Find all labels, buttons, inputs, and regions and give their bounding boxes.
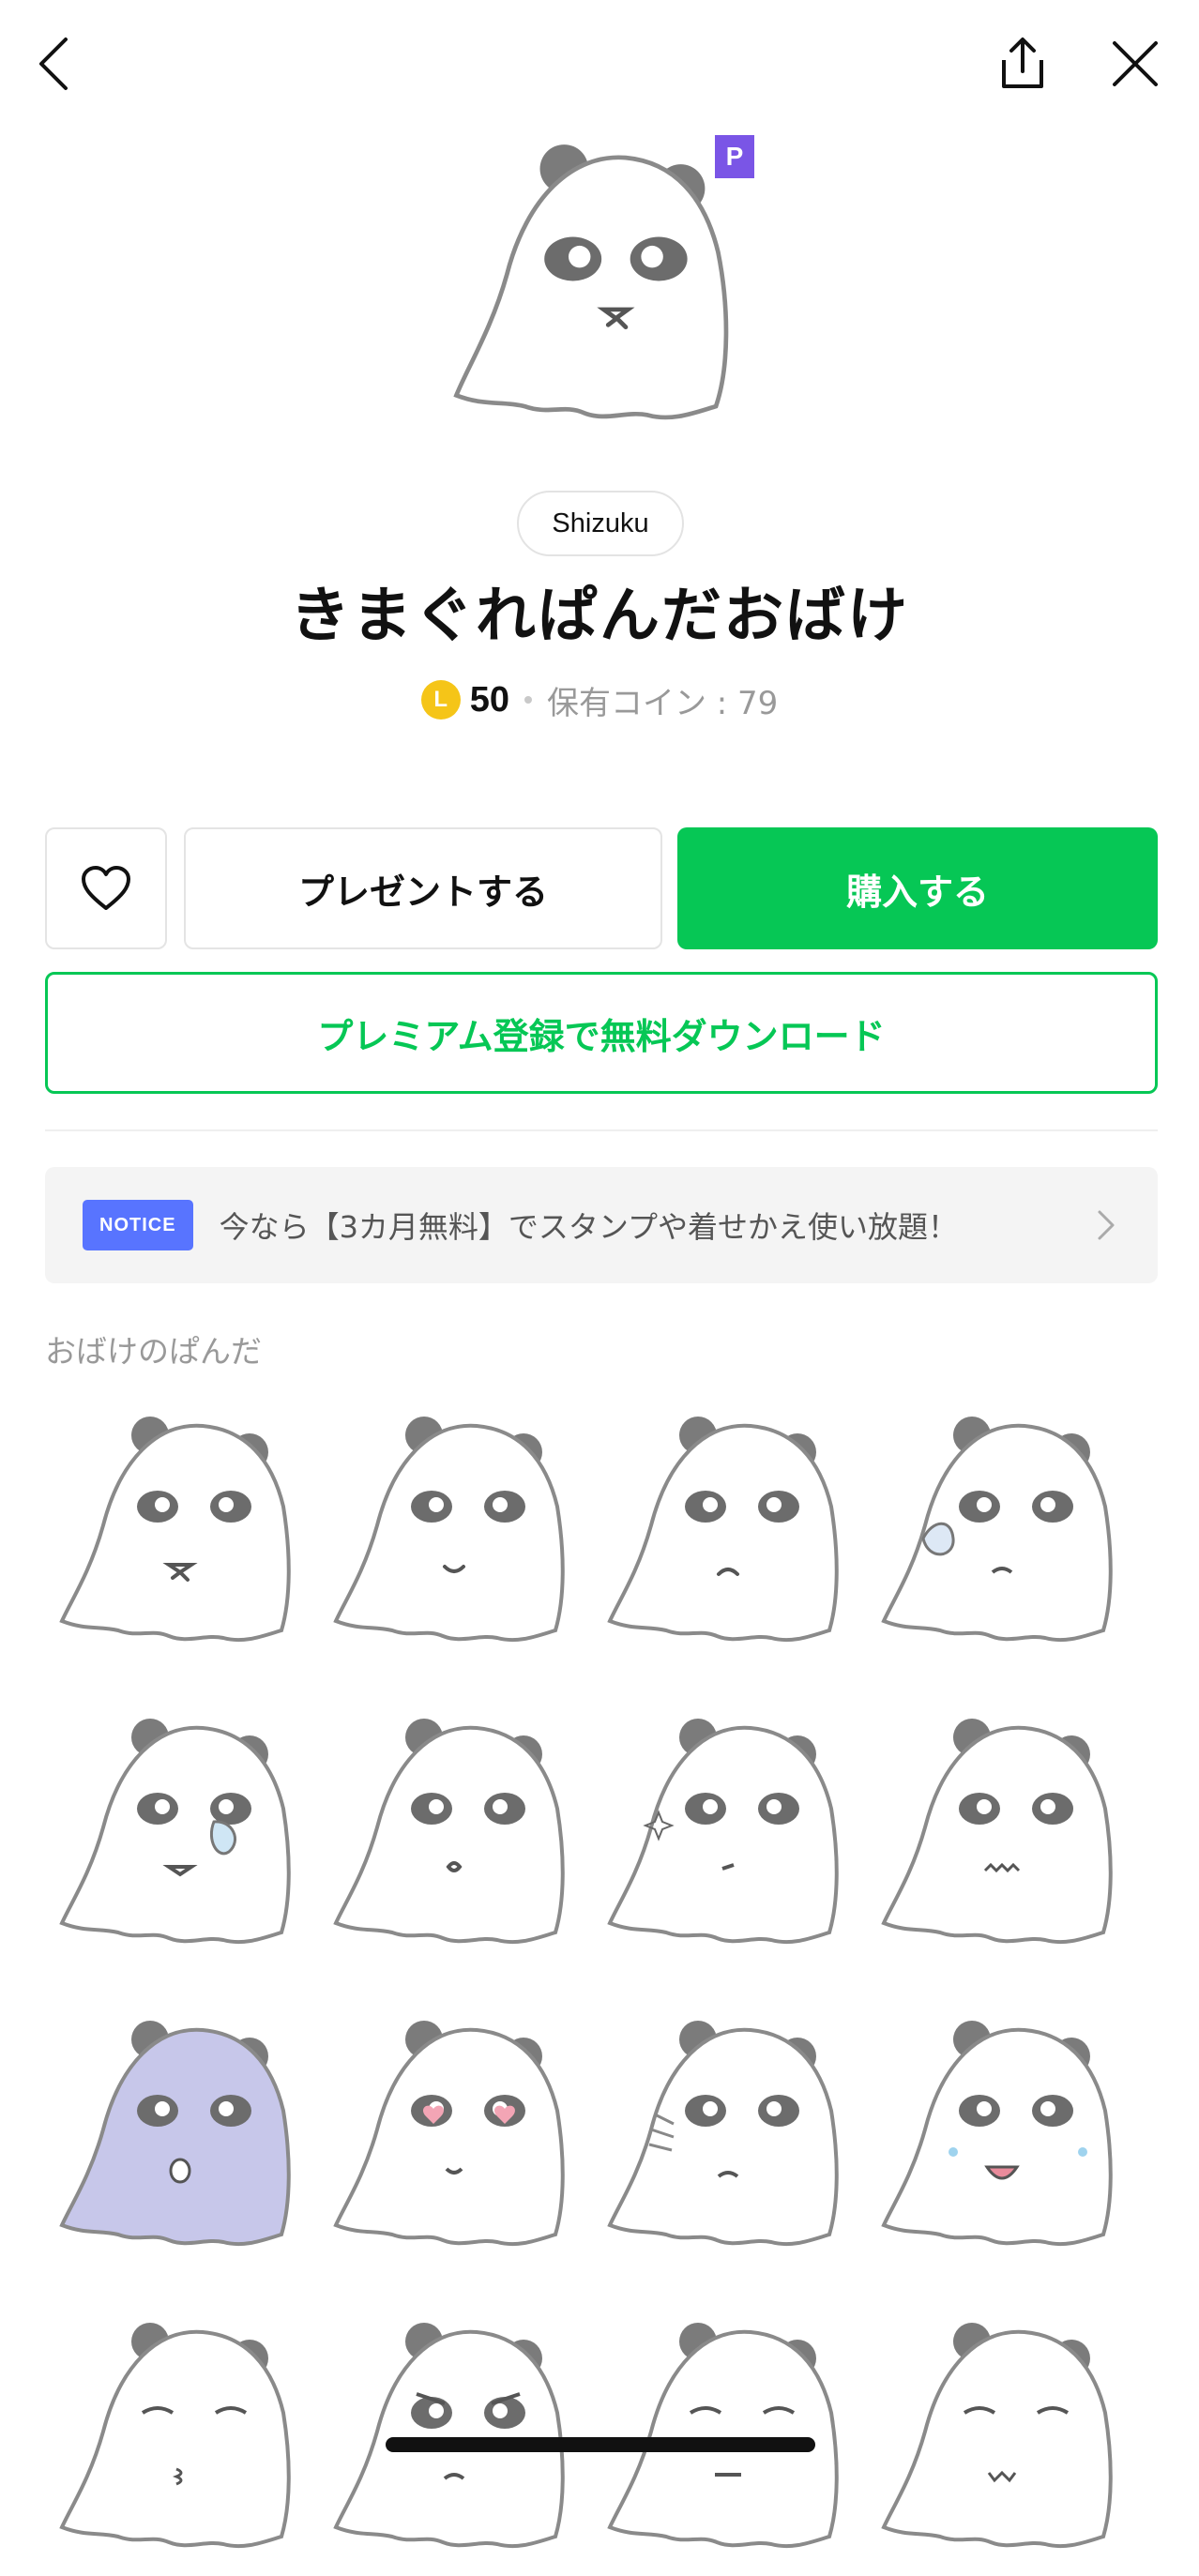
sticker-item[interactable]: [593, 1700, 865, 1972]
author-link[interactable]: Shizuku: [517, 491, 684, 556]
sticker-item[interactable]: [867, 1700, 1139, 1972]
sticker-item[interactable]: [593, 2002, 865, 2274]
heart-outline-icon: [82, 866, 130, 910]
panda-ghost-sticker: [333, 1417, 565, 1643]
premium-badge: P: [715, 135, 754, 178]
share-icon: [1002, 38, 1043, 88]
wishlist-button[interactable]: [45, 827, 167, 949]
price-value: 50: [469, 679, 509, 720]
sticker-item[interactable]: [319, 2002, 591, 2274]
sticker-item[interactable]: [319, 1398, 591, 1670]
sticker-item[interactable]: [867, 2304, 1139, 2576]
sticker-item[interactable]: [45, 1398, 317, 1670]
panda-ghost-sticker: [59, 2021, 291, 2247]
notice-badge: NOTICE: [83, 1200, 193, 1250]
sticker-item[interactable]: [45, 2304, 317, 2576]
sticker-item[interactable]: [319, 1700, 591, 1972]
sticker-item[interactable]: [593, 1398, 865, 1670]
sticker-item[interactable]: [867, 2002, 1139, 2274]
panda-ghost-sticker: [333, 2021, 565, 2247]
line-coin-icon: L: [420, 680, 461, 720]
main-sticker-image: [432, 131, 769, 450]
buy-button[interactable]: 購入する: [677, 827, 1158, 949]
sticker-item[interactable]: [45, 2002, 317, 2274]
panda-ghost-sticker: [881, 2323, 1113, 2549]
sticker-item[interactable]: [867, 1398, 1139, 1670]
panda-ghost-sticker: [59, 1719, 291, 1945]
separator-dot: [524, 696, 532, 704]
notice-text: 今なら【3カ月無料】でスタンプや着せかえ使い放題！: [219, 1209, 958, 1245]
premium-download-button[interactable]: プレミアム登録で無料ダウンロード: [45, 972, 1158, 1094]
panda-ghost-sticker: [607, 2021, 839, 2247]
panda-ghost-sticker: [881, 1719, 1113, 1945]
chevron-right-icon: [1098, 1210, 1115, 1240]
section-title: おばけのぱんだ: [45, 1333, 262, 1370]
gift-button[interactable]: プレゼントする: [184, 827, 662, 949]
share-button[interactable]: [985, 26, 1060, 101]
panda-ghost-sticker: [607, 1719, 839, 1945]
back-button[interactable]: [26, 26, 83, 101]
close-icon: [1113, 41, 1158, 86]
close-button[interactable]: [1098, 26, 1173, 101]
panda-ghost-illustration: [453, 144, 729, 420]
chevron-left-icon: [39, 38, 68, 90]
price-row: L 50 保有コイン : 79: [0, 674, 1199, 726]
panda-ghost-sticker: [881, 2021, 1113, 2247]
panda-ghost-sticker: [607, 1417, 839, 1643]
notice-banner[interactable]: NOTICE 今なら【3カ月無料】でスタンプや着せかえ使い放題！: [45, 1167, 1158, 1283]
owned-coins: 保有コイン : 79: [546, 684, 779, 722]
panda-ghost-sticker: [59, 1417, 291, 1643]
product-title: きまぐれぱんだおばけ: [290, 582, 909, 651]
panda-ghost-sticker: [59, 2323, 291, 2549]
panda-ghost-sticker: [333, 1719, 565, 1945]
home-indicator: [386, 2437, 815, 2452]
divider: [45, 1129, 1158, 1131]
panda-ghost-sticker: [881, 1417, 1113, 1643]
sticker-item[interactable]: [45, 1700, 317, 1972]
